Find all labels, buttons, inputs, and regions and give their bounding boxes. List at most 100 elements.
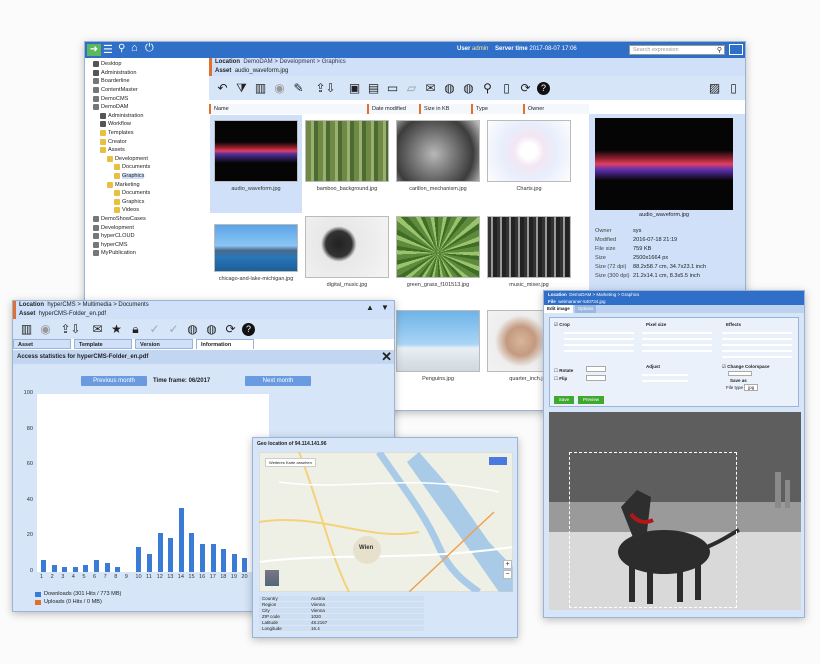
document-icon[interactable]: ▯ bbox=[499, 81, 514, 96]
power-icon[interactable]: ⏻ bbox=[145, 42, 154, 55]
tree-item[interactable]: Boarderline bbox=[87, 77, 205, 86]
col-name[interactable]: Name bbox=[209, 104, 229, 114]
tab-information[interactable]: Information bbox=[196, 339, 254, 349]
search-input[interactable]: Search expression ⚲ bbox=[629, 45, 725, 55]
stats-breadcrumb[interactable]: hyperCMS > Multimedia > Documents bbox=[47, 302, 148, 308]
file-type-select[interactable]: jpg bbox=[744, 384, 759, 391]
colorspace-select[interactable] bbox=[728, 371, 752, 376]
tree-item[interactable]: Desktop bbox=[87, 60, 205, 69]
refresh-icon[interactable]: ⟳ bbox=[223, 322, 238, 337]
menu-icon[interactable]: ☰ bbox=[103, 43, 113, 56]
globe-icon[interactable]: ◍ bbox=[185, 322, 200, 337]
thumb-charts[interactable]: Charts.jpg bbox=[486, 120, 572, 192]
thumb-carillon[interactable]: carillon_mechanism.jpg bbox=[395, 120, 481, 192]
logout-arrow-icon[interactable]: ➜ bbox=[87, 44, 101, 56]
tree-item[interactable]: Documents bbox=[87, 189, 205, 198]
save-button[interactable]: Save bbox=[554, 396, 574, 404]
breadcrumb[interactable]: DemoDAM > Development > Graphics bbox=[243, 59, 345, 65]
zoom-icon[interactable]: ⚲ bbox=[480, 81, 495, 96]
tab-options[interactable]: Options bbox=[574, 305, 597, 313]
help-icon[interactable]: ? bbox=[537, 81, 550, 95]
split-view-icon[interactable] bbox=[729, 44, 743, 55]
tree-item[interactable]: DemoShowCases bbox=[87, 215, 205, 224]
folder-open-icon[interactable]: ▱ bbox=[404, 81, 419, 96]
tab-version[interactable]: Version bbox=[135, 339, 193, 349]
globe-alt-icon[interactable]: ◍ bbox=[461, 81, 476, 96]
tree-item[interactable]: Development bbox=[87, 155, 205, 164]
scroll-up-icon[interactable]: ▲ bbox=[366, 303, 374, 312]
fullscreen-icon[interactable] bbox=[489, 457, 507, 465]
scroll-down-icon[interactable]: ▼ bbox=[381, 303, 389, 312]
thumb-green-grass[interactable]: green_grass_f101513.jpg bbox=[395, 216, 481, 288]
refresh-icon[interactable]: ⟳ bbox=[518, 81, 533, 96]
previous-month-button[interactable]: Previous month bbox=[81, 376, 147, 386]
tree-item[interactable]: hyperCLOUD bbox=[87, 232, 205, 241]
zoom-out-icon[interactable]: − bbox=[503, 570, 512, 579]
rotate-checkbox[interactable]: ☐ Rotate bbox=[554, 368, 573, 374]
col-type[interactable]: Type bbox=[471, 104, 488, 114]
check-icon[interactable]: ✓ bbox=[147, 322, 162, 337]
thumb-penguins[interactable]: Penguins.jpg bbox=[395, 310, 481, 382]
change-colorspace-checkbox[interactable]: ☑ Change Colorspace bbox=[722, 364, 770, 370]
street-view-thumbnail[interactable] bbox=[265, 570, 279, 586]
tree-item[interactable]: Administration bbox=[87, 69, 205, 78]
tree-item[interactable]: ContentMaster bbox=[87, 86, 205, 95]
check-all-icon[interactable]: ✓ bbox=[166, 322, 181, 337]
star-icon[interactable]: ★ bbox=[109, 322, 124, 337]
back-icon[interactable]: ↶ bbox=[215, 81, 230, 96]
search-icon[interactable]: ⚲ bbox=[118, 43, 125, 54]
mail-icon[interactable]: ✉ bbox=[90, 322, 105, 337]
preview-image[interactable] bbox=[595, 118, 733, 210]
tree-item[interactable]: Marketing bbox=[87, 180, 205, 189]
thumb-bamboo[interactable]: bamboo_background.jpg bbox=[304, 120, 390, 192]
preview-button[interactable]: Preview bbox=[578, 396, 604, 404]
image-view-icon[interactable]: ▨ bbox=[707, 81, 722, 96]
tab-edit-image[interactable]: Edit image bbox=[544, 305, 573, 313]
flip-select[interactable] bbox=[586, 375, 606, 381]
search-field-icon[interactable]: ⚲ bbox=[717, 46, 722, 54]
tree-item[interactable]: Administration bbox=[87, 112, 205, 121]
tree-item[interactable]: Workflow bbox=[87, 120, 205, 129]
sidebar-toggle-icon[interactable]: ▯ bbox=[726, 81, 741, 96]
tree-item[interactable]: DemoCMS bbox=[87, 94, 205, 103]
preview-eye-icon[interactable]: ◉ bbox=[38, 322, 53, 337]
tab-asset[interactable]: Asset bbox=[13, 339, 71, 349]
new-folder-icon[interactable]: ▣ bbox=[347, 81, 362, 96]
tree-item[interactable]: Documents bbox=[87, 163, 205, 172]
thumb-digital-music[interactable]: digital_music.jpg bbox=[304, 216, 390, 288]
view-icon[interactable]: ▥ bbox=[19, 322, 34, 337]
tree-item[interactable]: MyPublication bbox=[87, 249, 205, 258]
tree-item[interactable]: hyperCMS bbox=[87, 240, 205, 249]
col-date-modified[interactable]: Date modified bbox=[367, 104, 406, 114]
thumb-chicago[interactable]: chicago-and-lake-michigan.jpg bbox=[213, 216, 299, 282]
tree-item[interactable]: Videos bbox=[87, 206, 205, 215]
tree-item[interactable]: Graphics bbox=[87, 172, 205, 181]
home-icon[interactable]: ⌂ bbox=[131, 42, 138, 54]
zoom-in-icon[interactable]: + bbox=[503, 560, 512, 569]
close-icon[interactable]: ✕ bbox=[381, 349, 392, 365]
tree-item[interactable]: Templates bbox=[87, 129, 205, 138]
crop-area[interactable] bbox=[569, 452, 737, 608]
upload-download-icon[interactable]: ⇪⇩ bbox=[60, 322, 80, 337]
tree-item[interactable]: DemoDAM bbox=[87, 103, 205, 112]
col-size[interactable]: Size in KB bbox=[419, 104, 449, 114]
preview-eye-icon[interactable]: ◉ bbox=[272, 81, 287, 96]
map-view-button[interactable]: Weiteres Karte ansehen bbox=[265, 458, 316, 467]
presentation-icon[interactable]: ▭ bbox=[385, 81, 400, 96]
view-icon[interactable]: ▥ bbox=[253, 81, 268, 96]
thumb-music-mixer[interactable]: music_mixer.jpg bbox=[486, 216, 572, 288]
mail-icon[interactable]: ✉ bbox=[423, 81, 438, 96]
tree-item[interactable]: Assets bbox=[87, 146, 205, 155]
filter-icon[interactable]: ⧩ bbox=[234, 81, 249, 96]
flip-checkbox[interactable]: ☐ Flip bbox=[554, 376, 567, 382]
col-owner[interactable]: Owner bbox=[523, 104, 544, 114]
map[interactable]: Weiteres Karte ansehen Wien + − bbox=[259, 452, 513, 592]
globe-alt-icon[interactable]: ◍ bbox=[204, 322, 219, 337]
edit-icon[interactable]: ✎ bbox=[291, 81, 306, 96]
image-canvas[interactable] bbox=[549, 412, 801, 610]
thumb-audio-waveform[interactable]: audio_waveform.jpg bbox=[213, 120, 299, 192]
upload-file-icon[interactable]: ▤ bbox=[366, 81, 381, 96]
next-month-button[interactable]: Next month bbox=[245, 376, 311, 386]
lock-icon[interactable]: 🔒︎ bbox=[128, 322, 143, 337]
rotate-select[interactable] bbox=[586, 366, 606, 372]
